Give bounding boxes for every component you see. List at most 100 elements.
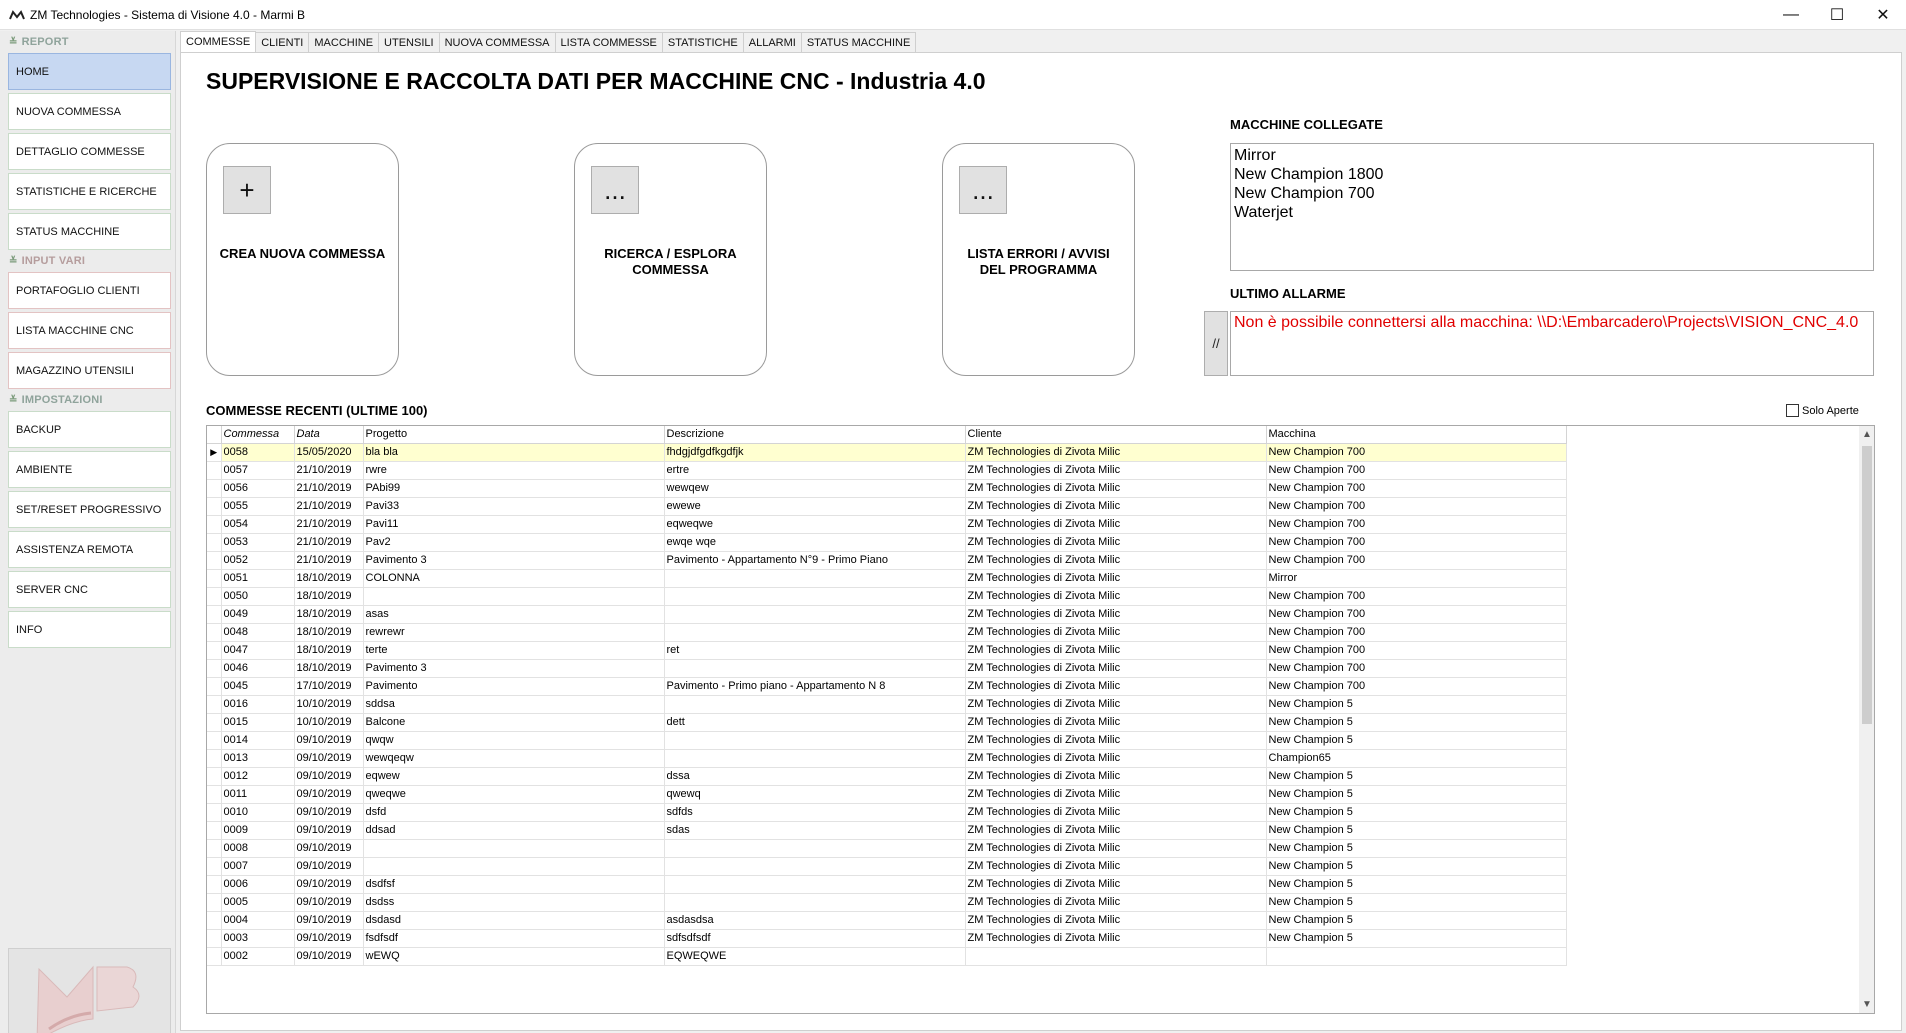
table-row[interactable]: 0049 18/10/2019 asas ZM Technologies di Ziv… xyxy=(207,605,1567,624)
table-cell[interactable]: New Champion 5 xyxy=(1266,695,1567,714)
table-cell[interactable]: sddsa xyxy=(363,695,665,714)
table-cell[interactable]: Pav2 xyxy=(363,533,665,552)
table-cell[interactable]: 09/10/2019 xyxy=(294,875,364,894)
table-cell[interactable]: bla bla xyxy=(363,443,665,462)
table-cell[interactable]: 0058 xyxy=(221,443,295,462)
table-cell[interactable]: 0057 xyxy=(221,461,295,480)
table-cell[interactable]: ddsad xyxy=(363,821,665,840)
table-cell[interactable]: dsfd xyxy=(363,803,665,822)
table-cell[interactable]: New Champion 5 xyxy=(1266,803,1567,822)
table-cell[interactable]: ZM Technologies di Zivota Milic xyxy=(965,911,1267,930)
table-cell[interactable]: ZM Technologies di Zivota Milic xyxy=(965,533,1267,552)
table-cell[interactable]: ZM Technologies di Zivota Milic xyxy=(965,659,1267,678)
table-cell[interactable]: 17/10/2019 xyxy=(294,677,364,696)
table-cell[interactable]: dett xyxy=(664,713,966,732)
sidebar-item-dettaglio-commesse[interactable]: DETTAGLIO COMMESSE xyxy=(8,133,171,170)
table-cell[interactable]: COLONNA xyxy=(363,569,665,588)
table-cell[interactable]: 18/10/2019 xyxy=(294,641,364,660)
table-cell[interactable]: New Champion 700 xyxy=(1266,605,1567,624)
table-cell[interactable]: qwewq xyxy=(664,785,966,804)
table-row[interactable]: 0013 09/10/2019 wewqeqw ZM Technologies di … xyxy=(207,749,1567,768)
table-cell[interactable]: New Champion 700 xyxy=(1266,497,1567,516)
table-cell[interactable]: ZM Technologies di Zivota Milic xyxy=(965,515,1267,534)
table-row[interactable]: 0005 09/10/2019 dsdss ZM Technologies di Zi… xyxy=(207,893,1567,912)
table-cell[interactable]: 0055 xyxy=(221,497,295,516)
table-row[interactable]: 0012 09/10/2019 eqwew dssa ZM Technologies d… xyxy=(207,767,1567,786)
card-crea-commessa[interactable]: + CREA NUOVA COMMESSA xyxy=(206,143,399,376)
tab-commesse[interactable]: COMMESSE xyxy=(180,31,257,52)
table-cell[interactable]: New Champion 5 xyxy=(1266,929,1567,948)
table-cell[interactable]: ZM Technologies di Zivota Milic xyxy=(965,713,1267,732)
sidebar-item-backup[interactable]: BACKUP xyxy=(8,411,171,448)
table-cell[interactable]: Balcone xyxy=(363,713,665,732)
table-cell[interactable]: New Champion 700 xyxy=(1266,551,1567,570)
table-cell[interactable]: ZM Technologies di Zivota Milic xyxy=(965,551,1267,570)
table-cell[interactable]: New Champion 5 xyxy=(1266,821,1567,840)
tab-macchine[interactable]: MACCHINE xyxy=(308,32,380,52)
table-row[interactable]: 0053 21/10/2019 Pav2 ewqe wqe ZM Technologie… xyxy=(207,533,1567,552)
row-indicator[interactable] xyxy=(207,497,222,516)
table-cell[interactable] xyxy=(664,659,966,678)
row-indicator[interactable] xyxy=(207,929,222,948)
table-cell[interactable]: wEWQ xyxy=(363,947,665,966)
column-header[interactable]: Cliente xyxy=(965,426,1267,444)
table-cell[interactable]: 09/10/2019 xyxy=(294,929,364,948)
row-indicator[interactable] xyxy=(207,677,222,696)
table-cell[interactable]: ZM Technologies di Zivota Milic xyxy=(965,893,1267,912)
table-cell[interactable] xyxy=(664,839,966,858)
table-cell[interactable]: 21/10/2019 xyxy=(294,479,364,498)
table-row[interactable]: 0009 09/10/2019 ddsad sdas ZM Technologies d… xyxy=(207,821,1567,840)
table-cell[interactable]: 0051 xyxy=(221,569,295,588)
row-indicator[interactable] xyxy=(207,857,222,876)
table-cell[interactable]: New Champion 5 xyxy=(1266,767,1567,786)
close-button[interactable]: ✕ xyxy=(1860,0,1906,30)
row-indicator[interactable] xyxy=(207,839,222,858)
table-cell[interactable]: dsdfsf xyxy=(363,875,665,894)
table-cell[interactable]: Pavimento 3 xyxy=(363,659,665,678)
table-cell[interactable]: Pavimento - Appartamento N°9 - Primo Pia… xyxy=(664,551,966,570)
table-cell[interactable]: New Champion 700 xyxy=(1266,461,1567,480)
machine-item[interactable]: Mirror xyxy=(1234,146,1870,165)
table-cell[interactable]: ZM Technologies di Zivota Milic xyxy=(965,623,1267,642)
table-cell[interactable]: 09/10/2019 xyxy=(294,857,364,876)
table-cell[interactable]: New Champion 700 xyxy=(1266,533,1567,552)
table-row[interactable]: 0011 09/10/2019 qweqwe qwewq ZM Technologies… xyxy=(207,785,1567,804)
table-row[interactable]: 0016 10/10/2019 sddsa ZM Technologies di Zi… xyxy=(207,695,1567,714)
table-cell[interactable]: 0012 xyxy=(221,767,295,786)
row-indicator[interactable] xyxy=(207,911,222,930)
row-indicator[interactable] xyxy=(207,515,222,534)
sidebar-item-lista-macchine[interactable]: LISTA MACCHINE CNC xyxy=(8,312,171,349)
table-row[interactable]: 0014 09/10/2019 qwqw ZM Technologies di Ziv… xyxy=(207,731,1567,750)
table-cell[interactable]: dsdss xyxy=(363,893,665,912)
table-cell[interactable] xyxy=(664,893,966,912)
table-cell[interactable]: 0005 xyxy=(221,893,295,912)
table-cell[interactable]: sdas xyxy=(664,821,966,840)
table-cell[interactable]: New Champion 700 xyxy=(1266,479,1567,498)
table-cell[interactable]: ZM Technologies di Zivota Milic xyxy=(965,767,1267,786)
table-cell[interactable] xyxy=(664,731,966,750)
scroll-up-icon[interactable]: ▲ xyxy=(1859,426,1874,443)
table-cell[interactable]: New Champion 700 xyxy=(1266,623,1567,642)
table-cell[interactable]: dssa xyxy=(664,767,966,786)
table-cell[interactable]: ZM Technologies di Zivota Milic xyxy=(965,929,1267,948)
table-cell[interactable]: eqwew xyxy=(363,767,665,786)
sidebar-item-magazzino-utensili[interactable]: MAGAZZINO UTENSILI xyxy=(8,352,171,389)
orders-grid[interactable]: Commessa Data Progetto Descrizione Clien… xyxy=(206,425,1875,1014)
table-cell[interactable]: New Champion 700 xyxy=(1266,641,1567,660)
table-cell[interactable]: New Champion 5 xyxy=(1266,875,1567,894)
table-cell[interactable] xyxy=(965,947,1267,966)
table-cell[interactable]: qweqwe xyxy=(363,785,665,804)
tab-clienti[interactable]: CLIENTI xyxy=(255,32,310,52)
table-cell[interactable]: sdfds xyxy=(664,803,966,822)
row-indicator[interactable] xyxy=(207,659,222,678)
table-cell[interactable]: 0050 xyxy=(221,587,295,606)
row-indicator[interactable] xyxy=(207,731,222,750)
row-indicator[interactable] xyxy=(207,821,222,840)
table-row[interactable]: 0008 09/10/2019 ZM Technologies di Zivota … xyxy=(207,839,1567,858)
table-cell[interactable]: ZM Technologies di Zivota Milic xyxy=(965,821,1267,840)
table-row[interactable]: 0048 18/10/2019 rewrewr ZM Technologies di … xyxy=(207,623,1567,642)
table-cell[interactable]: 09/10/2019 xyxy=(294,731,364,750)
table-cell[interactable] xyxy=(664,587,966,606)
tab-nuova-commessa[interactable]: NUOVA COMMESSA xyxy=(438,32,556,52)
table-row[interactable]: 0004 09/10/2019 dsdasd asdasdsa ZM Technolog… xyxy=(207,911,1567,930)
